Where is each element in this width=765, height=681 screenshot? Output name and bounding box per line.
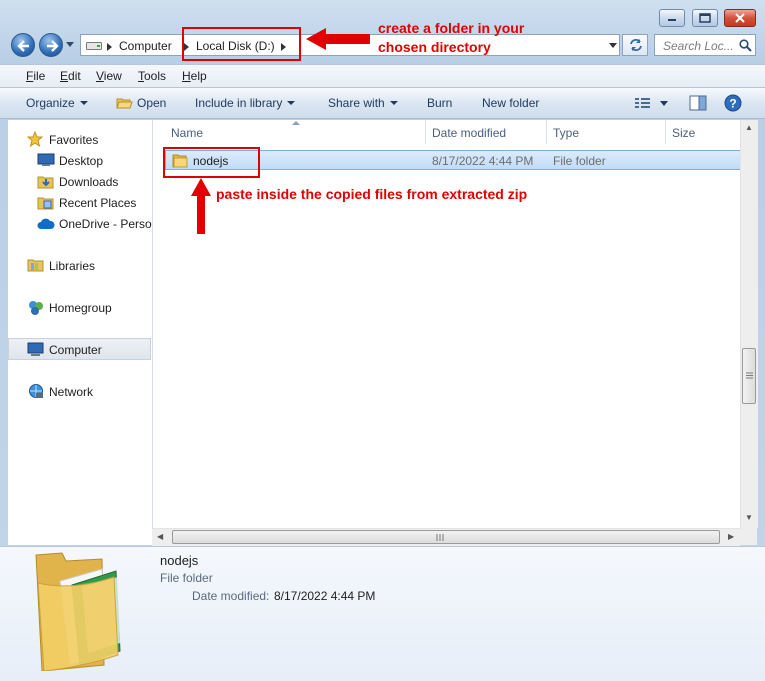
menu-bar: File Edit View Tools Help xyxy=(0,64,765,88)
annotation-arrow-left-icon xyxy=(306,28,370,50)
details-name: nodejs xyxy=(160,553,199,568)
annotation-highlight-folder xyxy=(163,147,260,178)
details-date-value: 8/17/2022 4:44 PM xyxy=(274,589,376,603)
nav-recent-places[interactable]: Recent Places xyxy=(59,196,136,210)
arrow-right-icon xyxy=(47,40,59,52)
back-button[interactable] xyxy=(11,33,35,57)
scroll-right-icon[interactable]: ▶ xyxy=(728,532,734,541)
computer-icon xyxy=(27,342,44,356)
nav-downloads[interactable]: Downloads xyxy=(59,175,118,189)
explorer-window: Computer Local Disk (D:) Search Loc... F… xyxy=(0,0,765,681)
share-with-button[interactable]: Share with xyxy=(328,96,398,110)
file-date: 8/17/2022 4:44 PM xyxy=(432,154,534,168)
menu-help[interactable]: Help xyxy=(182,69,207,83)
forward-button[interactable] xyxy=(39,33,63,57)
large-folder-icon xyxy=(35,552,121,671)
column-header-type[interactable]: Type xyxy=(553,126,579,140)
column-header-name[interactable]: Name xyxy=(171,126,203,140)
refresh-icon xyxy=(630,39,642,51)
search-placeholder: Search Loc... xyxy=(663,39,734,53)
horizontal-scroll-thumb[interactable] xyxy=(172,530,720,544)
network-icon xyxy=(29,384,43,398)
annotation-paste-note: paste inside the copied files from extra… xyxy=(216,186,528,202)
breadcrumb-separator[interactable] xyxy=(107,43,112,51)
recent-places-icon xyxy=(37,197,54,210)
nav-desktop[interactable]: Desktop xyxy=(59,154,103,168)
preview-pane-icon[interactable] xyxy=(689,95,707,111)
maximize-button[interactable] xyxy=(692,9,718,27)
horizontal-scrollbar[interactable]: ◀ ▶ xyxy=(152,528,740,546)
search-box[interactable]: Search Loc... xyxy=(654,34,756,56)
minimize-button[interactable] xyxy=(659,9,685,27)
details-pane: nodejs File folder Date modified: 8/17/2… xyxy=(0,546,765,681)
column-header-date[interactable]: Date modified xyxy=(432,126,506,140)
scroll-left-icon[interactable]: ◀ xyxy=(157,532,163,541)
scrollbar-corner xyxy=(740,528,757,545)
include-in-library-button[interactable]: Include in library xyxy=(195,96,296,110)
folder-open-icon xyxy=(116,98,133,109)
desktop-icon xyxy=(37,153,55,166)
breadcrumb-computer[interactable]: Computer xyxy=(119,39,172,53)
details-type: File folder xyxy=(160,571,213,585)
sort-ascending-icon xyxy=(292,121,300,125)
nav-network[interactable]: Network xyxy=(49,385,93,399)
file-type: File folder xyxy=(553,154,606,168)
star-icon xyxy=(27,131,43,147)
scroll-down-icon[interactable]: ▼ xyxy=(745,513,753,522)
navigation-pane: Favorites Desktop Downloads Recent Place… xyxy=(8,120,156,545)
nav-computer-selected[interactable]: Computer xyxy=(8,338,151,360)
nav-favorites[interactable]: Favorites xyxy=(49,133,98,147)
nav-onedrive[interactable]: OneDrive - Persor xyxy=(59,217,156,231)
vertical-scrollbar[interactable]: ▲ ▼ xyxy=(740,120,758,528)
libraries-icon xyxy=(27,259,44,272)
onedrive-cloud-icon xyxy=(37,218,55,229)
file-list: Name Date modified Type Size nodejs 8/17… xyxy=(152,120,741,528)
scroll-up-icon[interactable]: ▲ xyxy=(745,123,753,132)
refresh-button[interactable] xyxy=(622,34,648,56)
column-separator[interactable] xyxy=(546,120,547,144)
grip-icon xyxy=(436,534,444,541)
nav-libraries[interactable]: Libraries xyxy=(49,259,95,273)
annotation-arrow-up-icon xyxy=(191,178,211,234)
drive-icon xyxy=(86,42,102,50)
maximize-icon xyxy=(693,10,717,26)
recent-pages-dropdown[interactable] xyxy=(66,42,74,47)
address-dropdown-icon[interactable] xyxy=(609,43,617,48)
close-icon xyxy=(725,10,755,26)
new-folder-button[interactable]: New folder xyxy=(482,96,539,110)
menu-view[interactable]: View xyxy=(96,69,122,83)
annotation-highlight-address xyxy=(182,27,301,61)
nav-computer: Computer xyxy=(49,343,102,357)
svg-text:?: ? xyxy=(729,97,736,111)
vertical-scroll-thumb[interactable] xyxy=(742,348,756,404)
nav-homegroup[interactable]: Homegroup xyxy=(49,301,112,315)
help-icon[interactable]: ? xyxy=(724,94,742,112)
menu-edit[interactable]: Edit xyxy=(60,69,81,83)
view-options-icon[interactable] xyxy=(634,97,652,109)
open-button[interactable]: Open xyxy=(137,96,166,110)
grip-icon xyxy=(746,372,753,379)
close-button[interactable] xyxy=(724,9,756,27)
search-icon[interactable] xyxy=(739,39,752,52)
menu-tools[interactable]: Tools xyxy=(138,69,166,83)
arrow-left-icon xyxy=(17,40,29,52)
burn-button[interactable]: Burn xyxy=(427,96,452,110)
menu-file[interactable]: File xyxy=(26,69,45,83)
downloads-folder-icon xyxy=(37,176,54,189)
details-date-label: Date modified: xyxy=(192,589,270,603)
column-separator[interactable] xyxy=(425,120,426,144)
column-separator[interactable] xyxy=(665,120,666,144)
homegroup-icon xyxy=(29,301,43,315)
column-header-size[interactable]: Size xyxy=(672,126,695,140)
organize-button[interactable]: Organize xyxy=(26,96,88,110)
annotation-folder-note: create a folder in your chosen directory xyxy=(378,20,525,55)
minimize-icon xyxy=(660,10,684,26)
command-bar: Organize Open Include in library Share w… xyxy=(0,88,765,119)
view-dropdown-icon[interactable] xyxy=(660,101,668,106)
